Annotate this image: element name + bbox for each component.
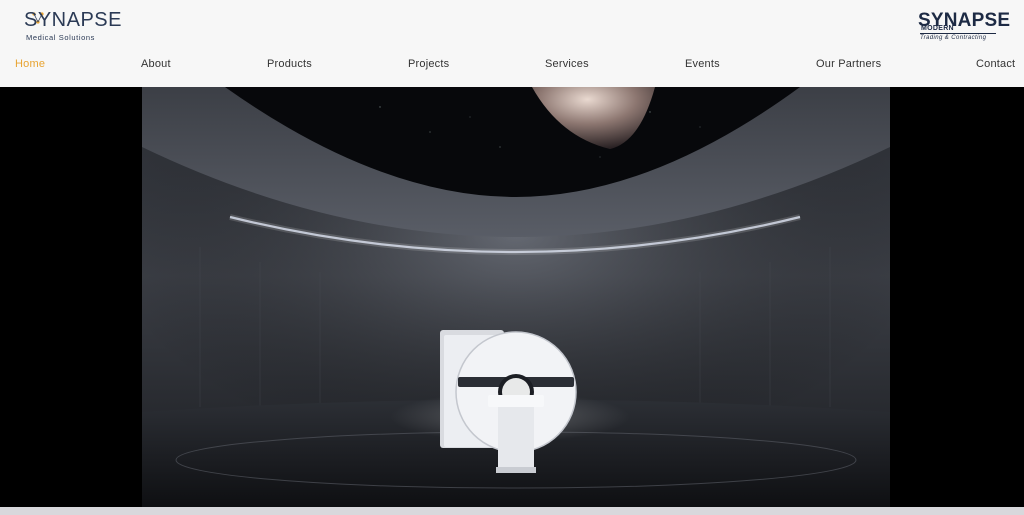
nav-home[interactable]: Home — [15, 58, 45, 70]
logo-tagline: Medical Solutions — [26, 33, 95, 42]
logo-right-divider — [920, 33, 996, 34]
logo-right-tagline: Trading & Contracting — [920, 35, 987, 41]
nav-services[interactable]: Services — [545, 58, 589, 70]
hero-mri-image — [0, 87, 1024, 507]
page-bottom-strip — [0, 507, 1024, 515]
synapse-modern-logo[interactable]: SYNAPSE MODERN Trading & Contracting — [918, 10, 1010, 46]
nav-products[interactable]: Products — [267, 58, 312, 70]
synapse-medical-logo[interactable]: SYNAPSE Medical Solutions — [24, 9, 121, 45]
nav-our-partners[interactable]: Our Partners — [816, 58, 881, 70]
nav-projects[interactable]: Projects — [408, 58, 449, 70]
nav-about[interactable]: About — [141, 58, 171, 70]
logo-wordmark: SYNAPSE — [24, 9, 122, 31]
main-nav: Home About Products Projects Services Ev… — [0, 58, 1024, 74]
hero-banner — [0, 87, 1024, 507]
nav-events[interactable]: Events — [685, 58, 720, 70]
site-header: SYNAPSE Medical Solutions SYNAPSE MODERN… — [0, 0, 1024, 87]
nav-contact[interactable]: Contact — [976, 58, 1015, 70]
logo-right-modern: MODERN — [921, 25, 954, 32]
